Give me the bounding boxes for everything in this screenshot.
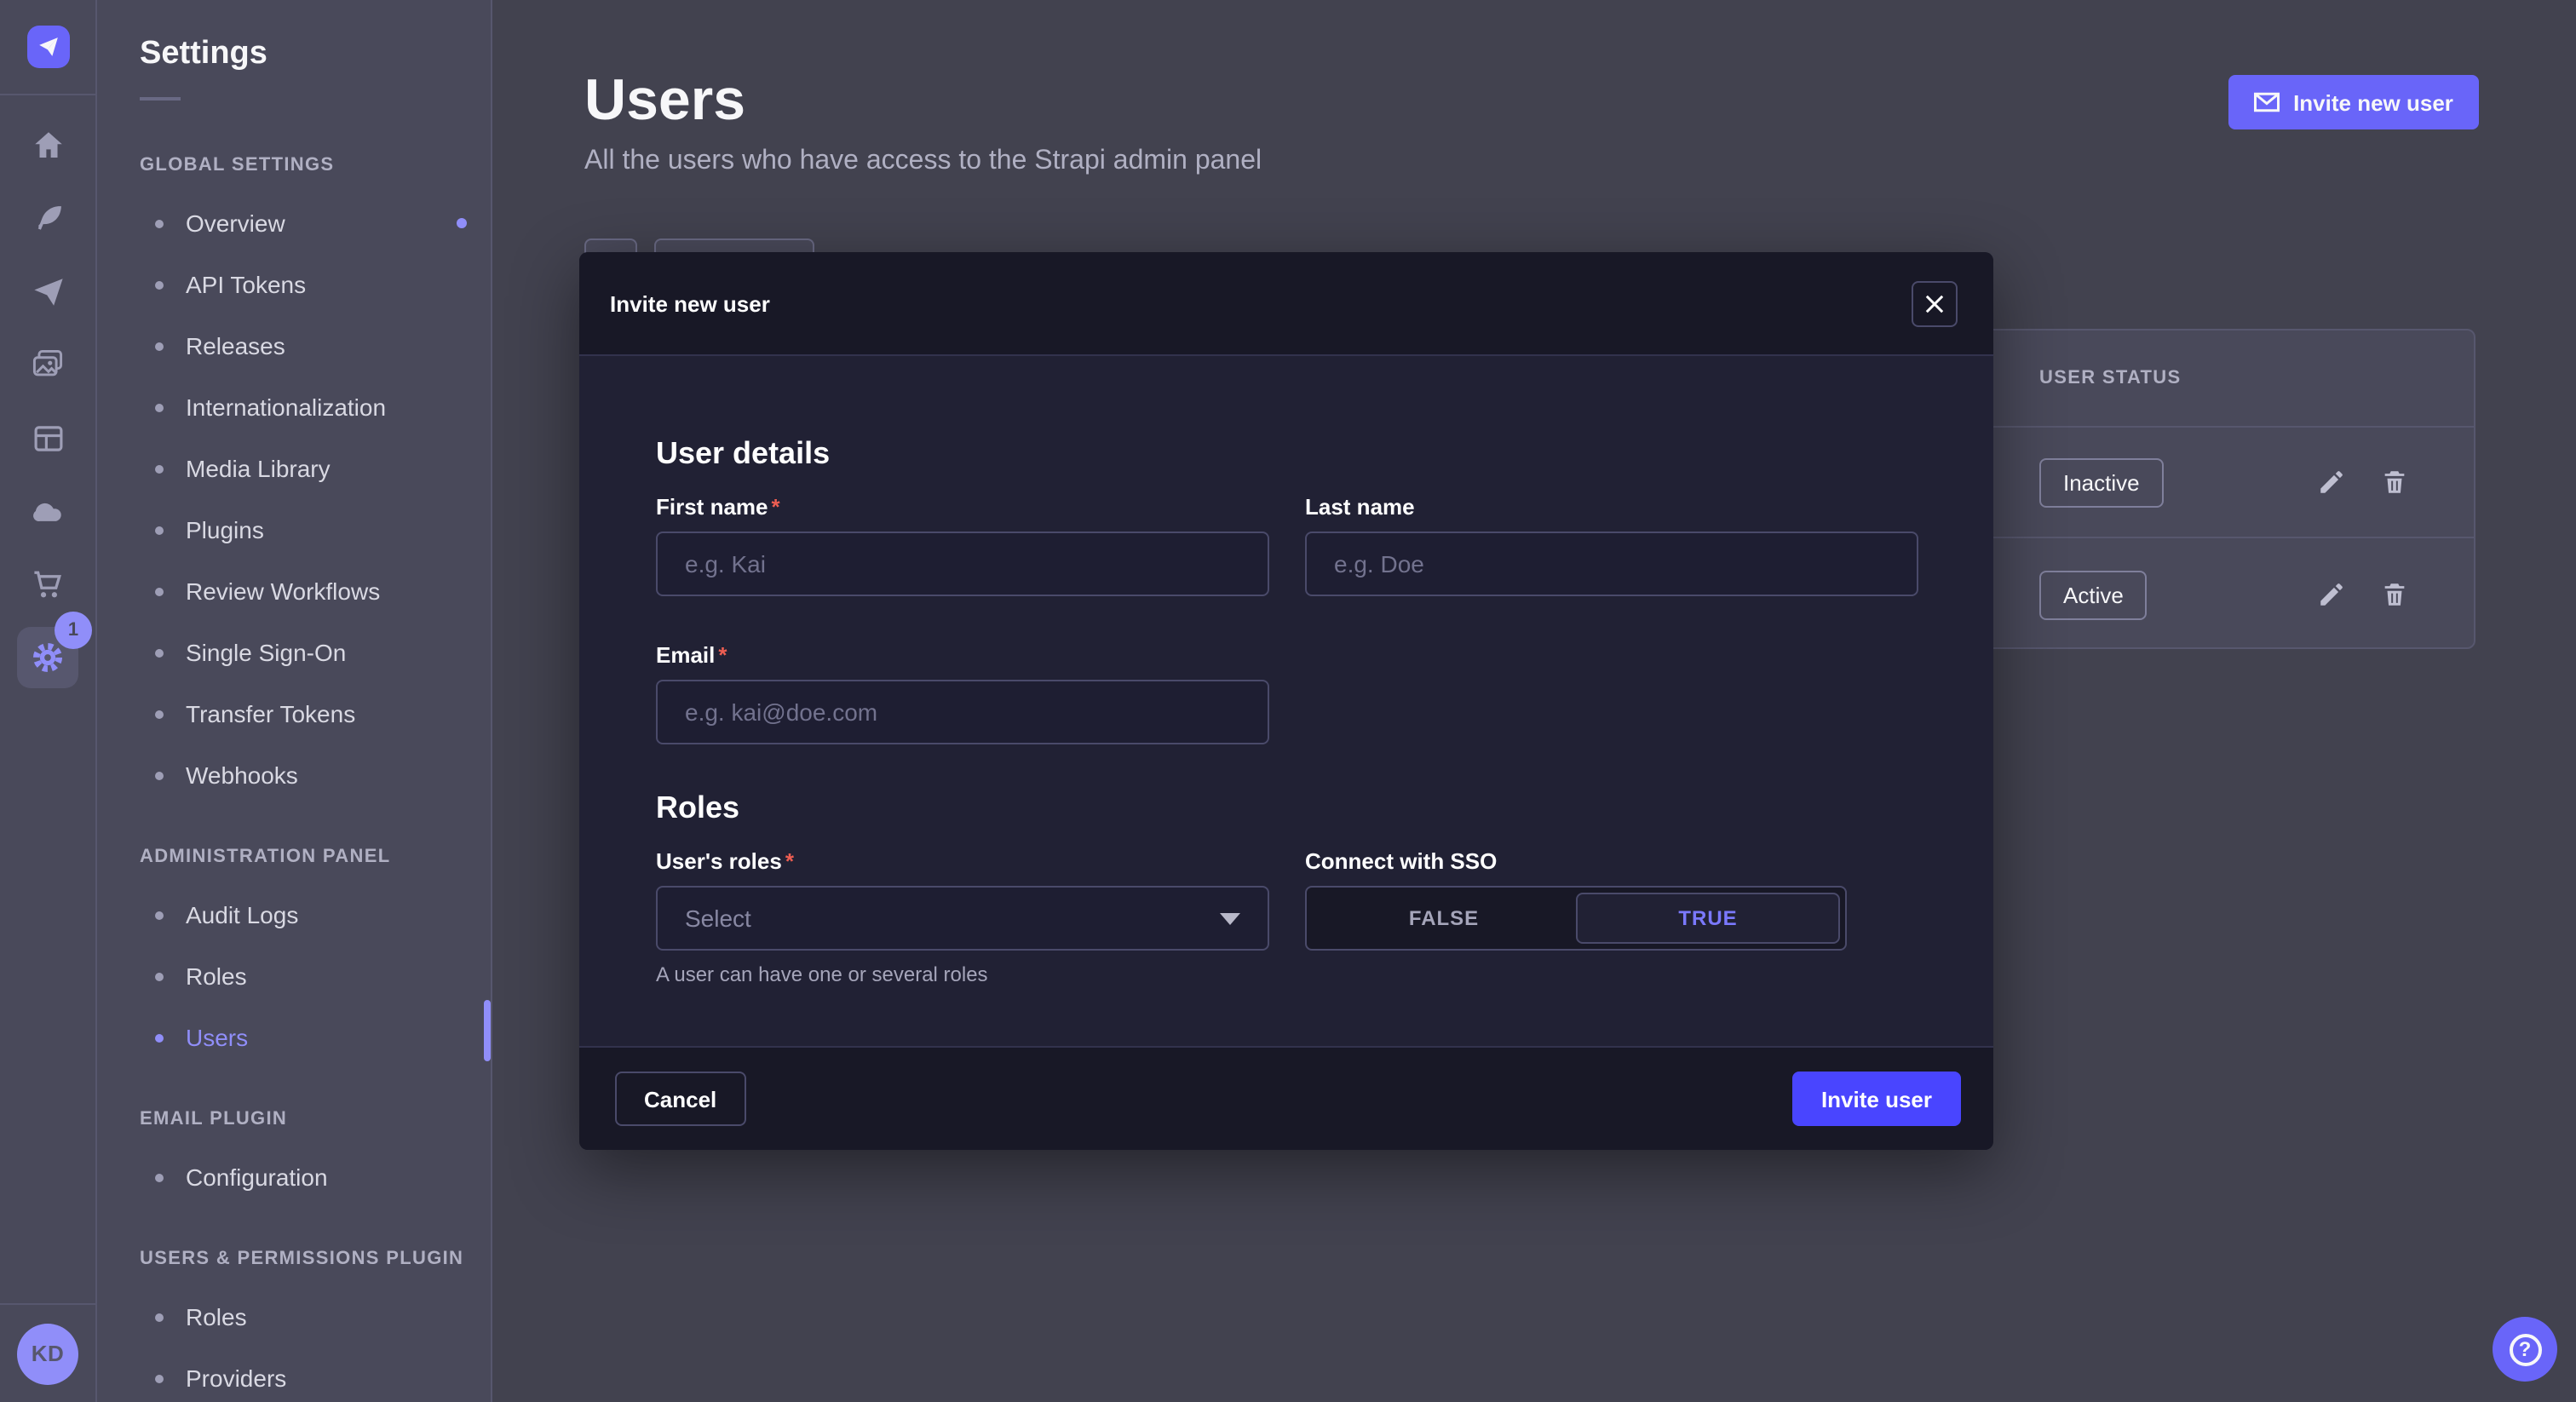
close-icon xyxy=(1925,294,1944,313)
modal-title: Invite new user xyxy=(610,290,770,316)
first-name-field-group: First name* xyxy=(656,494,1269,596)
user-roles-select[interactable]: Select xyxy=(656,886,1269,951)
last-name-field-group: Last name xyxy=(1305,494,1918,596)
sso-toggle-false[interactable]: FALSE xyxy=(1312,893,1576,944)
email-label: Email* xyxy=(656,642,1269,668)
invite-user-submit-button[interactable]: Invite user xyxy=(1792,1072,1961,1126)
last-name-field[interactable] xyxy=(1305,531,1918,596)
invite-user-modal: Invite new user User details First name* xyxy=(579,252,1993,1150)
first-name-field[interactable] xyxy=(656,531,1269,596)
user-roles-label: User's roles* xyxy=(656,848,1269,874)
close-button[interactable] xyxy=(1912,280,1958,326)
user-roles-field-group: User's roles* Select A user can have one… xyxy=(656,848,1269,986)
required-marker: * xyxy=(785,848,794,874)
last-name-label: Last name xyxy=(1305,494,1918,520)
roles-hint-text: A user can have one or several roles xyxy=(656,962,1269,986)
sso-label: Connect with SSO xyxy=(1305,848,1918,874)
sso-toggle-true[interactable]: TRUE xyxy=(1576,893,1840,944)
modal-footer: Cancel Invite user xyxy=(579,1046,1993,1150)
sso-field-group: Connect with SSO FALSE TRUE xyxy=(1305,848,1918,986)
required-marker: * xyxy=(772,494,780,520)
sso-toggle: FALSE TRUE xyxy=(1305,886,1847,951)
cancel-button[interactable]: Cancel xyxy=(615,1072,745,1126)
select-placeholder: Select xyxy=(685,905,751,932)
user-details-heading: User details xyxy=(656,436,1918,472)
modal-body: User details First name* Last name xyxy=(579,356,1993,986)
chevron-down-icon xyxy=(1220,912,1240,924)
email-field-group: Email* xyxy=(656,642,1269,744)
email-field[interactable] xyxy=(656,680,1269,744)
first-name-label: First name* xyxy=(656,494,1269,520)
roles-heading: Roles xyxy=(656,790,1918,826)
modal-header: Invite new user xyxy=(579,252,1993,356)
required-marker: * xyxy=(718,642,727,668)
